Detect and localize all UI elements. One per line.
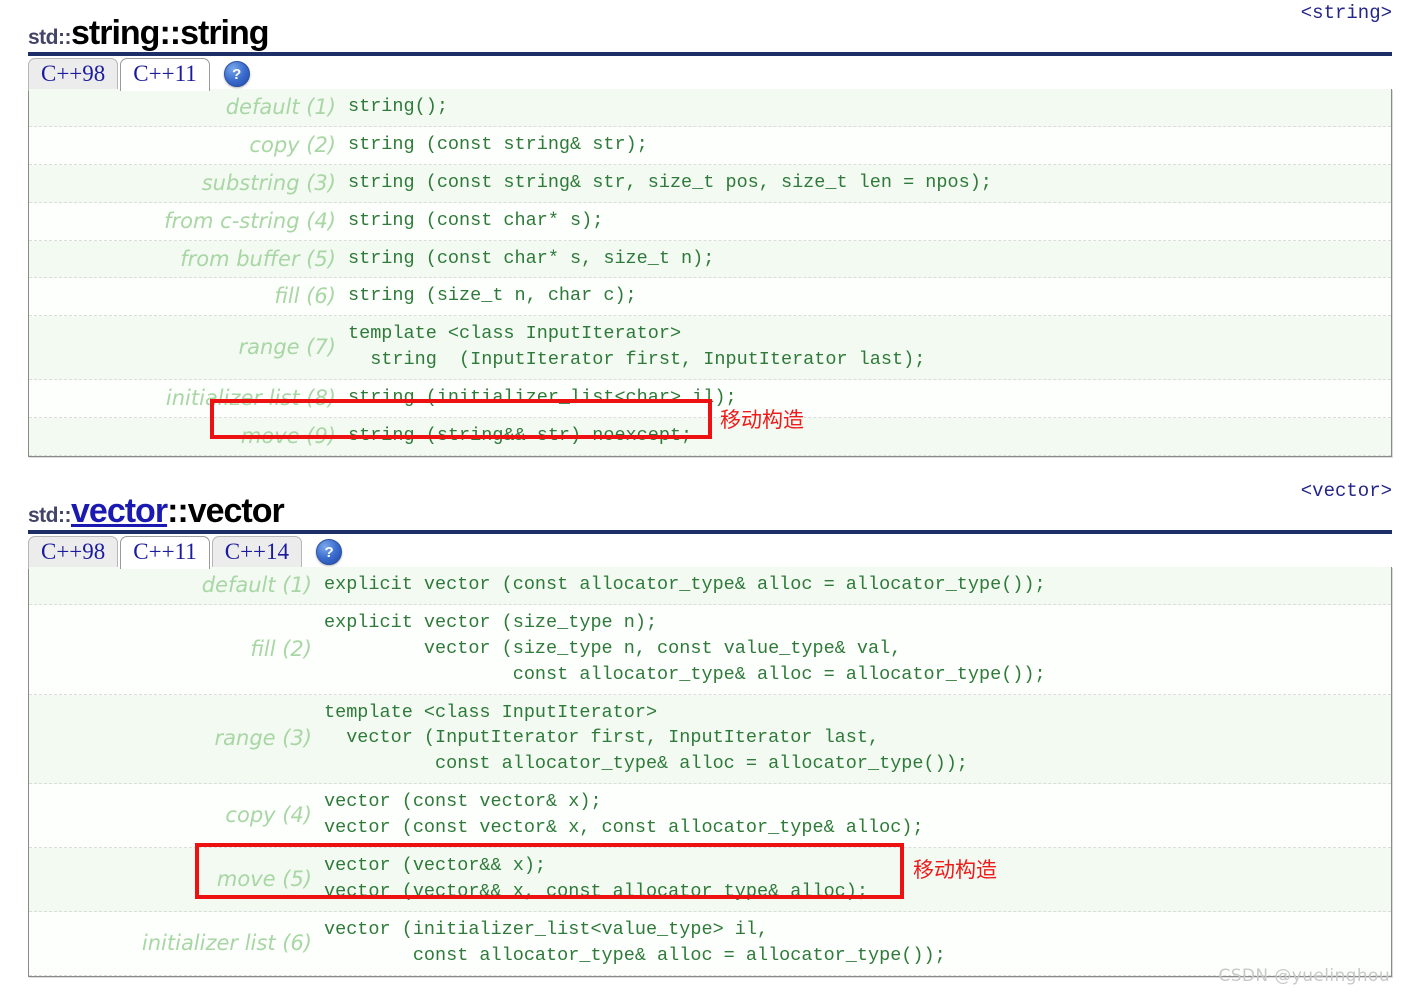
row-signature: explicit vector (const allocator_type& a… [324, 574, 1046, 595]
row-label: default (1) [225, 94, 336, 119]
table-row: copy (4) vector (const vector& x); vecto… [29, 784, 1391, 849]
string-header-row: std::string::string <string> [0, 0, 1406, 52]
tabstrip-string: C++98 C++11 ? [28, 52, 1392, 92]
page-root: std::string::string <string> C++98 C++11… [0, 0, 1406, 994]
row-label: from c-string (4) [164, 208, 336, 233]
tab-cpp11-string[interactable]: C++11 [120, 58, 210, 92]
page-title-vector: std::vector::vector [28, 492, 285, 530]
title-namespace-prefix: std:: [28, 504, 72, 527]
question-mark-icon-vector[interactable]: ? [316, 539, 343, 566]
table-row: fill (2) explicit vector (size_type n); … [29, 604, 1391, 695]
row-label: move (5) [216, 866, 312, 891]
row-signature: vector (vector&& x); vector (vector&& x,… [324, 855, 868, 902]
page-title-string: std::string::string [28, 14, 270, 52]
row-label: move (9) [240, 423, 336, 448]
row-label: copy (2) [249, 132, 336, 157]
table-row: range (7) template <class InputIterator>… [29, 316, 1391, 381]
title-name: ::vector [167, 492, 285, 530]
row-label: copy (4) [225, 803, 312, 828]
annotation-string-move: 移动构造 [720, 408, 804, 432]
table-row: initializer list (8) string (initializer… [29, 380, 1391, 419]
tab-cpp14-vector[interactable]: C++14 [211, 536, 303, 570]
tab-cpp11-vector[interactable]: C++11 [120, 536, 210, 570]
section-string: std::string::string <string> C++98 C++11… [0, 0, 1406, 457]
row-label: range (7) [238, 335, 336, 360]
row-label: fill (6) [274, 284, 336, 309]
row-signature: string (const char* s, size_t n); [348, 247, 715, 269]
row-signature: template <class InputIterator> vector (I… [324, 701, 968, 775]
row-label: substring (3) [201, 170, 336, 195]
tabstrip-vector: C++98 C++11 C++14 ? [28, 530, 1392, 570]
row-signature: explicit vector (size_type n); vector (s… [324, 611, 1046, 685]
table-row: initializer list (6) vector (initializer… [29, 911, 1391, 976]
title-namespace-prefix: std:: [28, 26, 72, 49]
table-row: from buffer (5) string (const char* s, s… [29, 240, 1391, 279]
row-signature: string (const string& str, size_t pos, s… [348, 171, 992, 193]
table-row: fill (6) string (size_t n, char c); [29, 278, 1391, 317]
row-signature: string (string&& str) noexcept; [348, 425, 693, 447]
row-signature: string (initializer_list<char> il); [348, 387, 737, 409]
row-label: range (3) [214, 726, 312, 751]
include-header-string: <string> [1300, 2, 1392, 24]
table-row: move (5) vector (vector&& x); vector (ve… [29, 848, 1391, 912]
row-signature: string (const char* s); [348, 209, 604, 231]
tab-cpp98-string[interactable]: C++98 [28, 58, 119, 92]
row-signature: vector (const vector& x); vector (const … [324, 791, 924, 839]
table-row: substring (3) string (const string& str,… [29, 164, 1391, 203]
annotation-vector-move: 移动构造 [913, 858, 997, 882]
title-class-link[interactable]: vector [71, 492, 168, 530]
vector-header-row: std::vector::vector <vector> [0, 478, 1406, 530]
watermark: CSDN @yuelinghou [1218, 966, 1390, 986]
row-label: fill (2) [250, 636, 312, 661]
row-label: from buffer (5) [180, 246, 336, 271]
section-vector: std::vector::vector <vector> C++98 C++11… [0, 478, 1406, 977]
tab-cpp98-vector[interactable]: C++98 [28, 536, 119, 570]
table-row: range (3) template <class InputIterator>… [29, 694, 1391, 785]
row-signature: string (const string& str); [348, 133, 648, 155]
row-signature: string (size_t n, char c); [348, 285, 637, 307]
title-name: string::string [71, 14, 270, 52]
row-signature: string(); [348, 96, 448, 117]
table-row: move (9) string (string&& str) noexcept; [29, 418, 1391, 456]
row-label: default (1) [201, 572, 312, 597]
table-row: default (1) string(); [29, 89, 1391, 127]
signature-table-string: default (1) string(); copy (2) string (c… [28, 89, 1392, 457]
row-signature: template <class InputIterator> string (I… [348, 323, 926, 371]
row-label: initializer list (6) [141, 930, 312, 955]
signature-table-vector: default (1) explicit vector (const alloc… [28, 567, 1392, 977]
table-row: default (1) explicit vector (const alloc… [29, 567, 1391, 605]
question-mark-icon-string[interactable]: ? [223, 61, 250, 88]
table-row: from c-string (4) string (const char* s)… [29, 202, 1391, 241]
row-label: initializer list (8) [165, 386, 336, 411]
table-row: copy (2) string (const string& str); [29, 126, 1391, 165]
include-header-vector: <vector> [1300, 480, 1392, 502]
